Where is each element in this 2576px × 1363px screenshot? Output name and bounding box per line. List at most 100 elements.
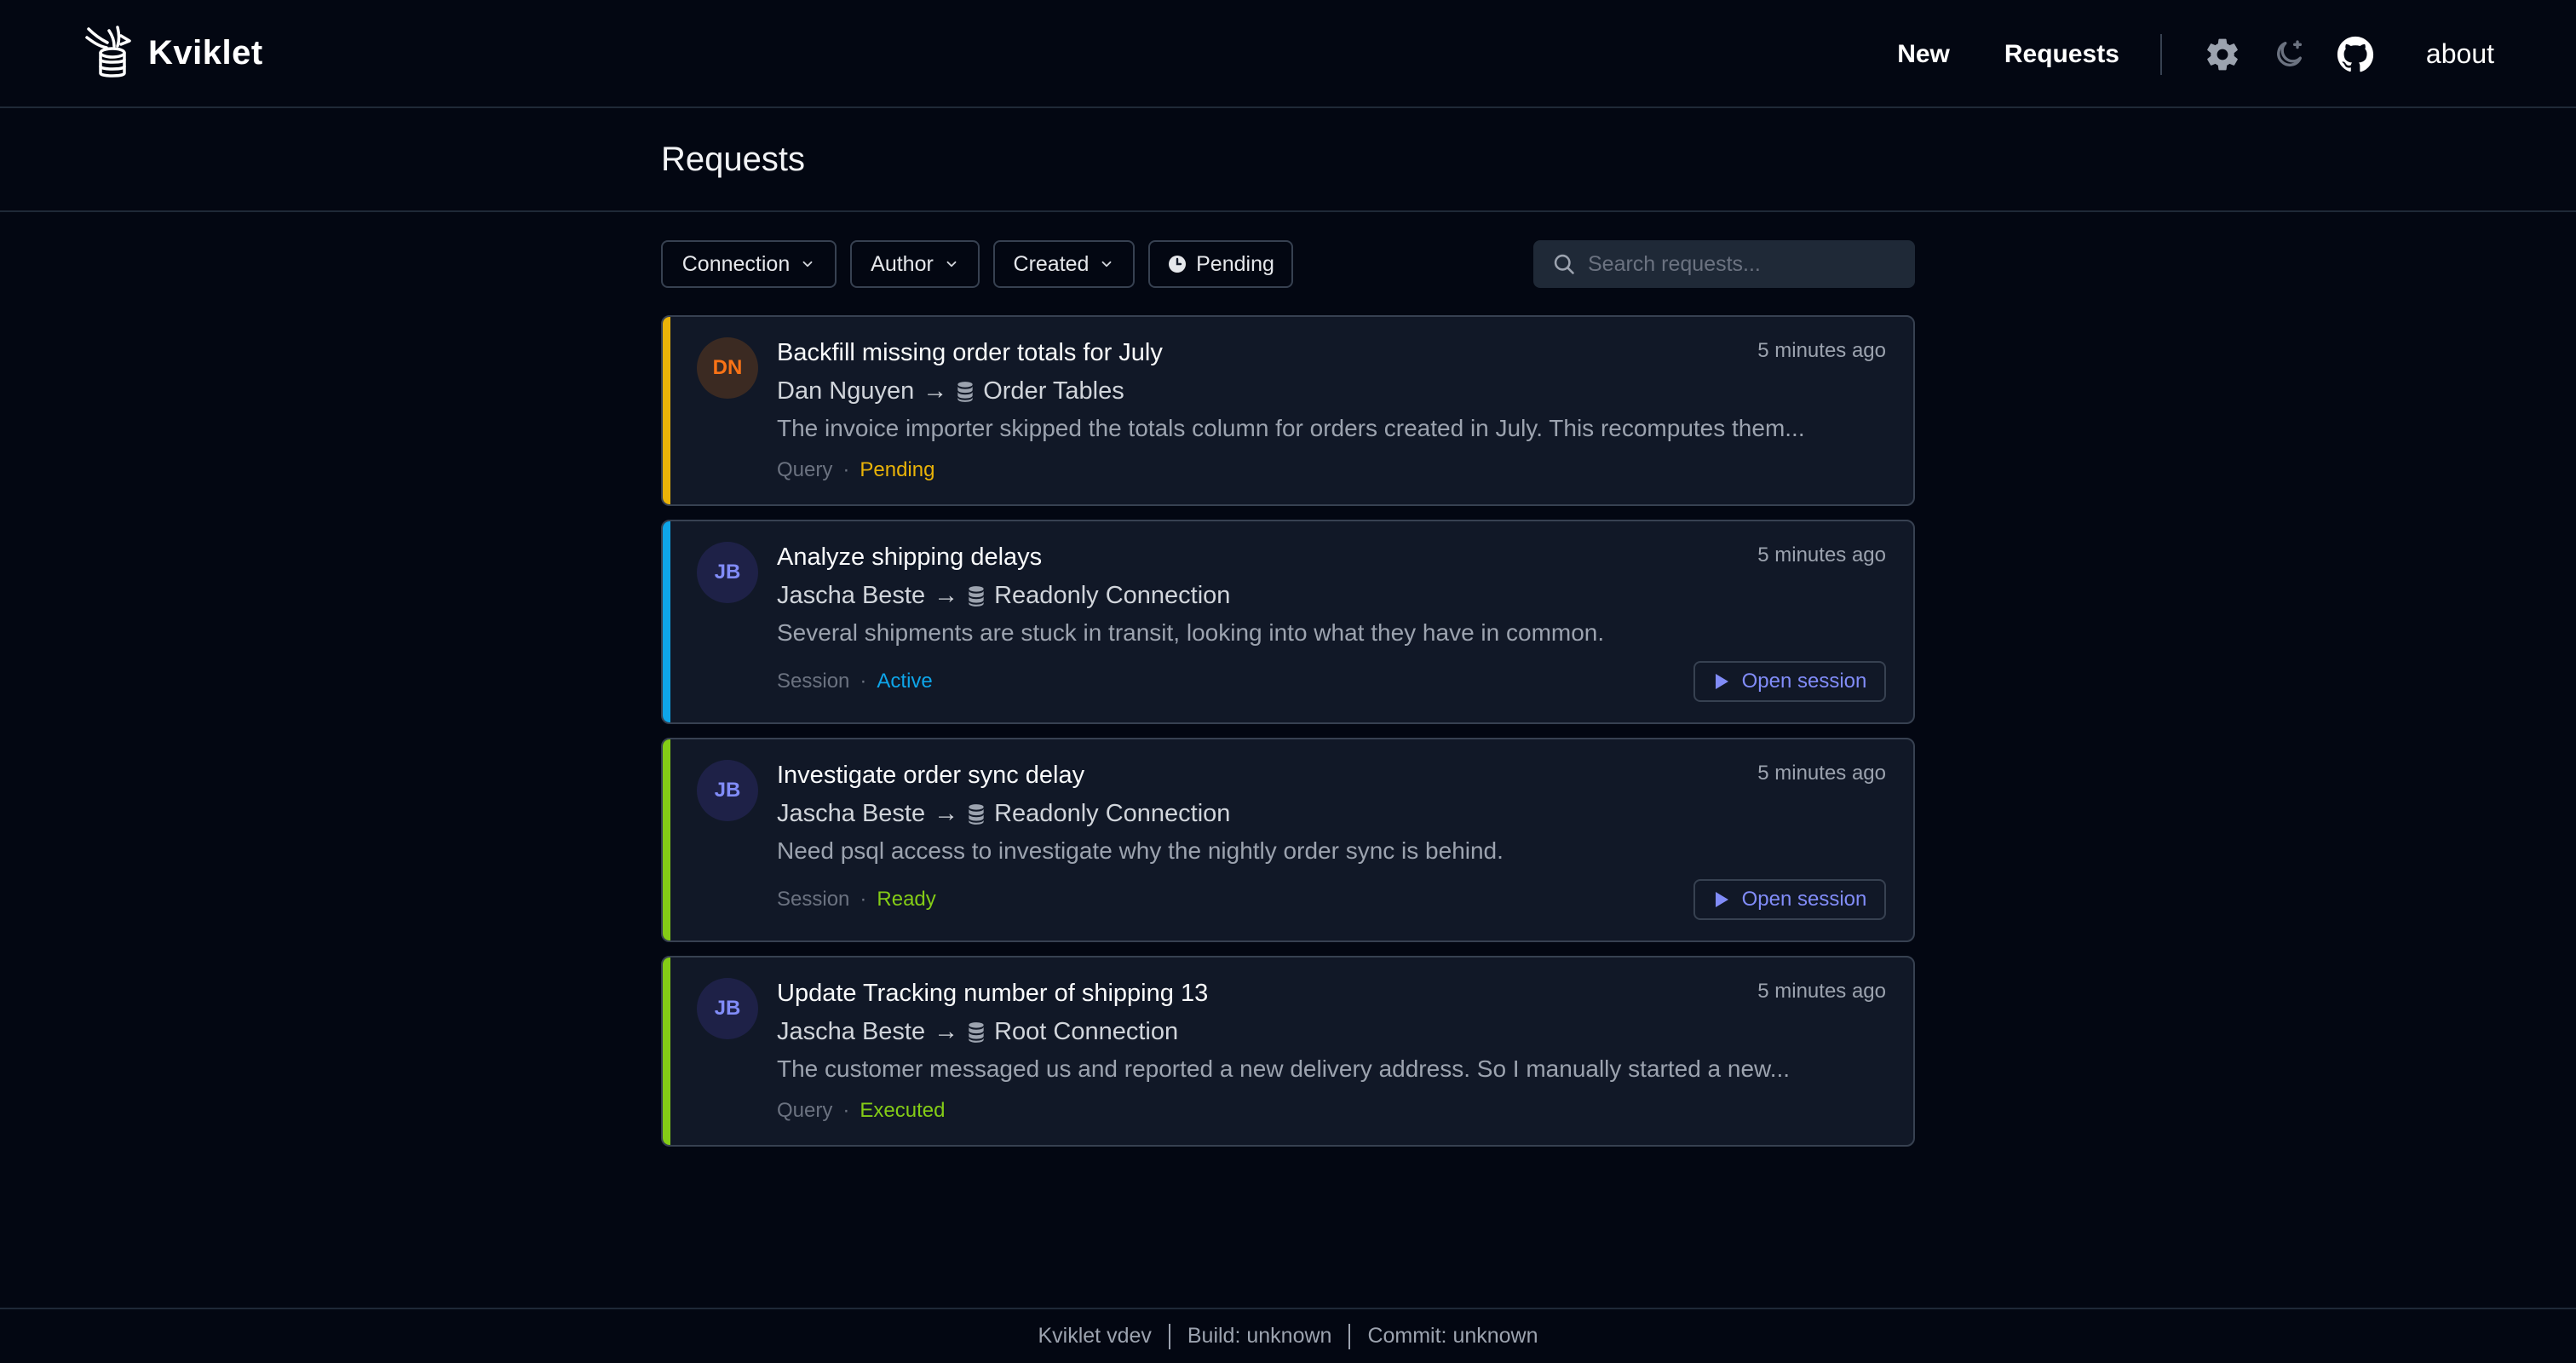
search-icon	[1554, 254, 1574, 274]
separator-dot: ·	[860, 888, 867, 911]
arrow-icon: →	[934, 1018, 959, 1045]
chevron-down-icon	[946, 261, 957, 267]
request-time: 5 minutes ago	[1757, 980, 1886, 1003]
nav-divider	[2159, 33, 2162, 75]
footer-build: Build: unknown	[1187, 1324, 1332, 1348]
footer-divider	[1348, 1323, 1351, 1349]
brand-home-link[interactable]: Kviklet	[83, 24, 263, 82]
connection-filter-button[interactable]: Connection	[661, 240, 837, 288]
search-box	[1533, 240, 1915, 288]
request-title[interactable]: Update Tracking number of shipping 13	[777, 980, 1208, 1008]
separator-dot: ·	[842, 1099, 850, 1122]
request-meta: Dan Nguyen → Order Tables	[777, 377, 1124, 405]
github-icon[interactable]	[2336, 35, 2375, 74]
gear-icon[interactable]	[2203, 35, 2242, 74]
page-header: Requests	[0, 108, 2576, 212]
request-meta: Jascha Beste → Readonly Connection	[777, 800, 1230, 828]
footer-commit: Commit: unknown	[1367, 1324, 1538, 1348]
request-connection: Root Connection	[994, 1018, 1179, 1045]
request-description: Several shipments are stuck in transit, …	[777, 619, 1605, 646]
clock-icon	[1169, 256, 1187, 273]
request-author: Dan Nguyen	[777, 377, 915, 405]
request-title[interactable]: Backfill missing order totals for July	[777, 339, 1163, 367]
author-filter-label: Author	[871, 251, 934, 276]
request-description: The customer messaged us and reported a …	[777, 1055, 1791, 1082]
request-title[interactable]: Analyze shipping delays	[777, 543, 1042, 572]
footer-version: Kviklet vdev	[1038, 1324, 1152, 1348]
request-description: The invoice importer skipped the totals …	[777, 415, 1805, 441]
page-title: Requests	[661, 141, 805, 178]
main-nav: New Requests about	[1897, 0, 2494, 108]
request-time: 5 minutes ago	[1757, 339, 1886, 362]
nav-new-link[interactable]: New	[1897, 40, 1950, 69]
request-card[interactable]: DN Backfill missing order totals for Jul…	[661, 315, 1915, 506]
request-time: 5 minutes ago	[1757, 762, 1886, 785]
status-badge: Executed	[860, 1099, 946, 1122]
search-input[interactable]	[1588, 251, 1895, 277]
request-title[interactable]: Investigate order sync delay	[777, 762, 1084, 790]
request-description: Need psql access to investigate why the …	[777, 837, 1504, 864]
avatar: JB	[697, 978, 758, 1039]
play-icon	[1715, 892, 1728, 907]
play-icon	[1715, 674, 1728, 689]
footer-divider	[1168, 1323, 1170, 1349]
separator-dot: ·	[842, 458, 850, 481]
pending-filter-toggle[interactable]: Pending	[1148, 240, 1293, 288]
top-navbar: Kviklet New Requests about	[0, 0, 2576, 108]
request-connection: Order Tables	[983, 377, 1124, 405]
nav-requests-link[interactable]: Requests	[2004, 40, 2119, 69]
status-badge: Ready	[877, 888, 936, 911]
pending-filter-label: Pending	[1196, 251, 1274, 276]
chevron-down-icon	[1102, 261, 1112, 267]
request-type: Query	[777, 1099, 833, 1122]
kviklet-logo-icon	[85, 26, 131, 78]
request-author: Jascha Beste	[777, 582, 926, 609]
separator-dot: ·	[860, 670, 867, 693]
status-badge: Active	[877, 670, 933, 693]
app-name: Kviklet	[148, 33, 263, 72]
database-icon	[969, 1021, 984, 1043]
request-type: Session	[777, 888, 850, 911]
request-connection: Readonly Connection	[994, 582, 1231, 609]
avatar: DN	[697, 337, 758, 399]
open-session-label: Open session	[1741, 670, 1867, 693]
request-author: Jascha Beste	[777, 800, 926, 827]
nav-about-link[interactable]: about	[2426, 38, 2494, 70]
arrow-icon: →	[923, 377, 948, 405]
created-filter-label: Created	[1013, 251, 1090, 276]
connection-filter-label: Connection	[681, 251, 791, 276]
open-session-button[interactable]: Open session	[1693, 879, 1886, 920]
status-badge: Pending	[860, 458, 935, 481]
moon-icon[interactable]	[2269, 35, 2309, 74]
request-footer: Session · Ready	[777, 888, 936, 912]
request-card[interactable]: JB Analyze shipping delays 5 minutes ago…	[661, 520, 1915, 724]
status-stripe	[663, 739, 670, 940]
request-meta: Jascha Beste → Readonly Connection	[777, 582, 1230, 610]
author-filter-button[interactable]: Author	[850, 240, 980, 288]
database-icon	[969, 803, 984, 825]
request-type: Session	[777, 670, 850, 693]
request-card[interactable]: JB Update Tracking number of shipping 13…	[661, 956, 1915, 1147]
arrow-icon: →	[934, 582, 959, 609]
status-stripe	[663, 317, 670, 504]
request-author: Jascha Beste	[777, 1018, 926, 1045]
avatar: JB	[697, 760, 758, 821]
filter-bar: Connection Author Created Pending	[661, 240, 1915, 288]
request-meta: Jascha Beste → Root Connection	[777, 1018, 1178, 1046]
database-icon	[969, 585, 984, 607]
avatar: JB	[697, 542, 758, 603]
created-filter-button[interactable]: Created	[993, 240, 1135, 288]
page-footer: Kviklet vdev Build: unknown Commit: unkn…	[0, 1308, 2576, 1363]
request-time: 5 minutes ago	[1757, 543, 1886, 566]
request-footer: Query · Pending	[777, 458, 934, 482]
request-footer: Query · Executed	[777, 1099, 945, 1123]
request-card[interactable]: JB Investigate order sync delay 5 minute…	[661, 738, 1915, 942]
open-session-button[interactable]: Open session	[1693, 661, 1886, 702]
chevron-down-icon	[802, 261, 813, 267]
arrow-icon: →	[934, 800, 959, 827]
status-stripe	[663, 958, 670, 1145]
database-icon	[957, 381, 973, 402]
request-connection: Readonly Connection	[994, 800, 1231, 827]
request-type: Query	[777, 458, 833, 481]
request-footer: Session · Active	[777, 670, 933, 693]
